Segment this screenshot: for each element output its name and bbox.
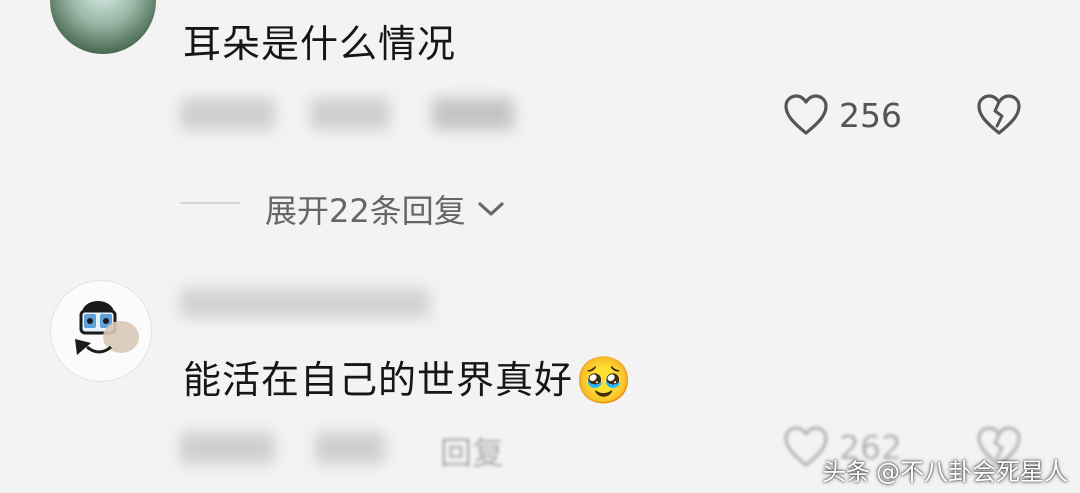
- like-count: 256: [839, 95, 902, 135]
- watermark-account: @不八卦会死星人: [876, 458, 1068, 486]
- watermark: 头条 @不八卦会死星人: [822, 452, 1068, 487]
- chevron-down-icon: [478, 202, 504, 216]
- blurred-location: [315, 432, 385, 464]
- cartoon-avatar-icon: [75, 301, 139, 355]
- expand-replies-label: 展开22条回复: [265, 192, 466, 230]
- blurred-timestamp: [180, 432, 275, 464]
- blurred-reply-button[interactable]: [432, 98, 514, 130]
- commenter-avatar[interactable]: [50, 280, 152, 382]
- comment-text-row: 能活在自己的世界真好 🥹: [183, 357, 633, 403]
- expand-replies-button[interactable]: 展开22条回复: [265, 186, 506, 232]
- like-button[interactable]: 256: [783, 94, 902, 136]
- comment-text: 能活在自己的世界真好: [183, 358, 574, 402]
- blurred-timestamp: [180, 98, 275, 130]
- watermark-platform: 头条: [822, 458, 870, 486]
- pleading-face-emoji: 🥹: [575, 353, 634, 407]
- dislike-button[interactable]: [976, 94, 1022, 140]
- reply-divider: [180, 202, 240, 204]
- comment-text: 耳朵是什么情况: [183, 22, 457, 66]
- commenter-avatar[interactable]: [50, 0, 156, 54]
- blurred-location: [310, 98, 390, 130]
- heart-outline-icon: [784, 94, 828, 135]
- reply-button[interactable]: 回复: [440, 428, 504, 474]
- broken-heart-icon: [977, 94, 1021, 135]
- blurred-username: [180, 288, 430, 318]
